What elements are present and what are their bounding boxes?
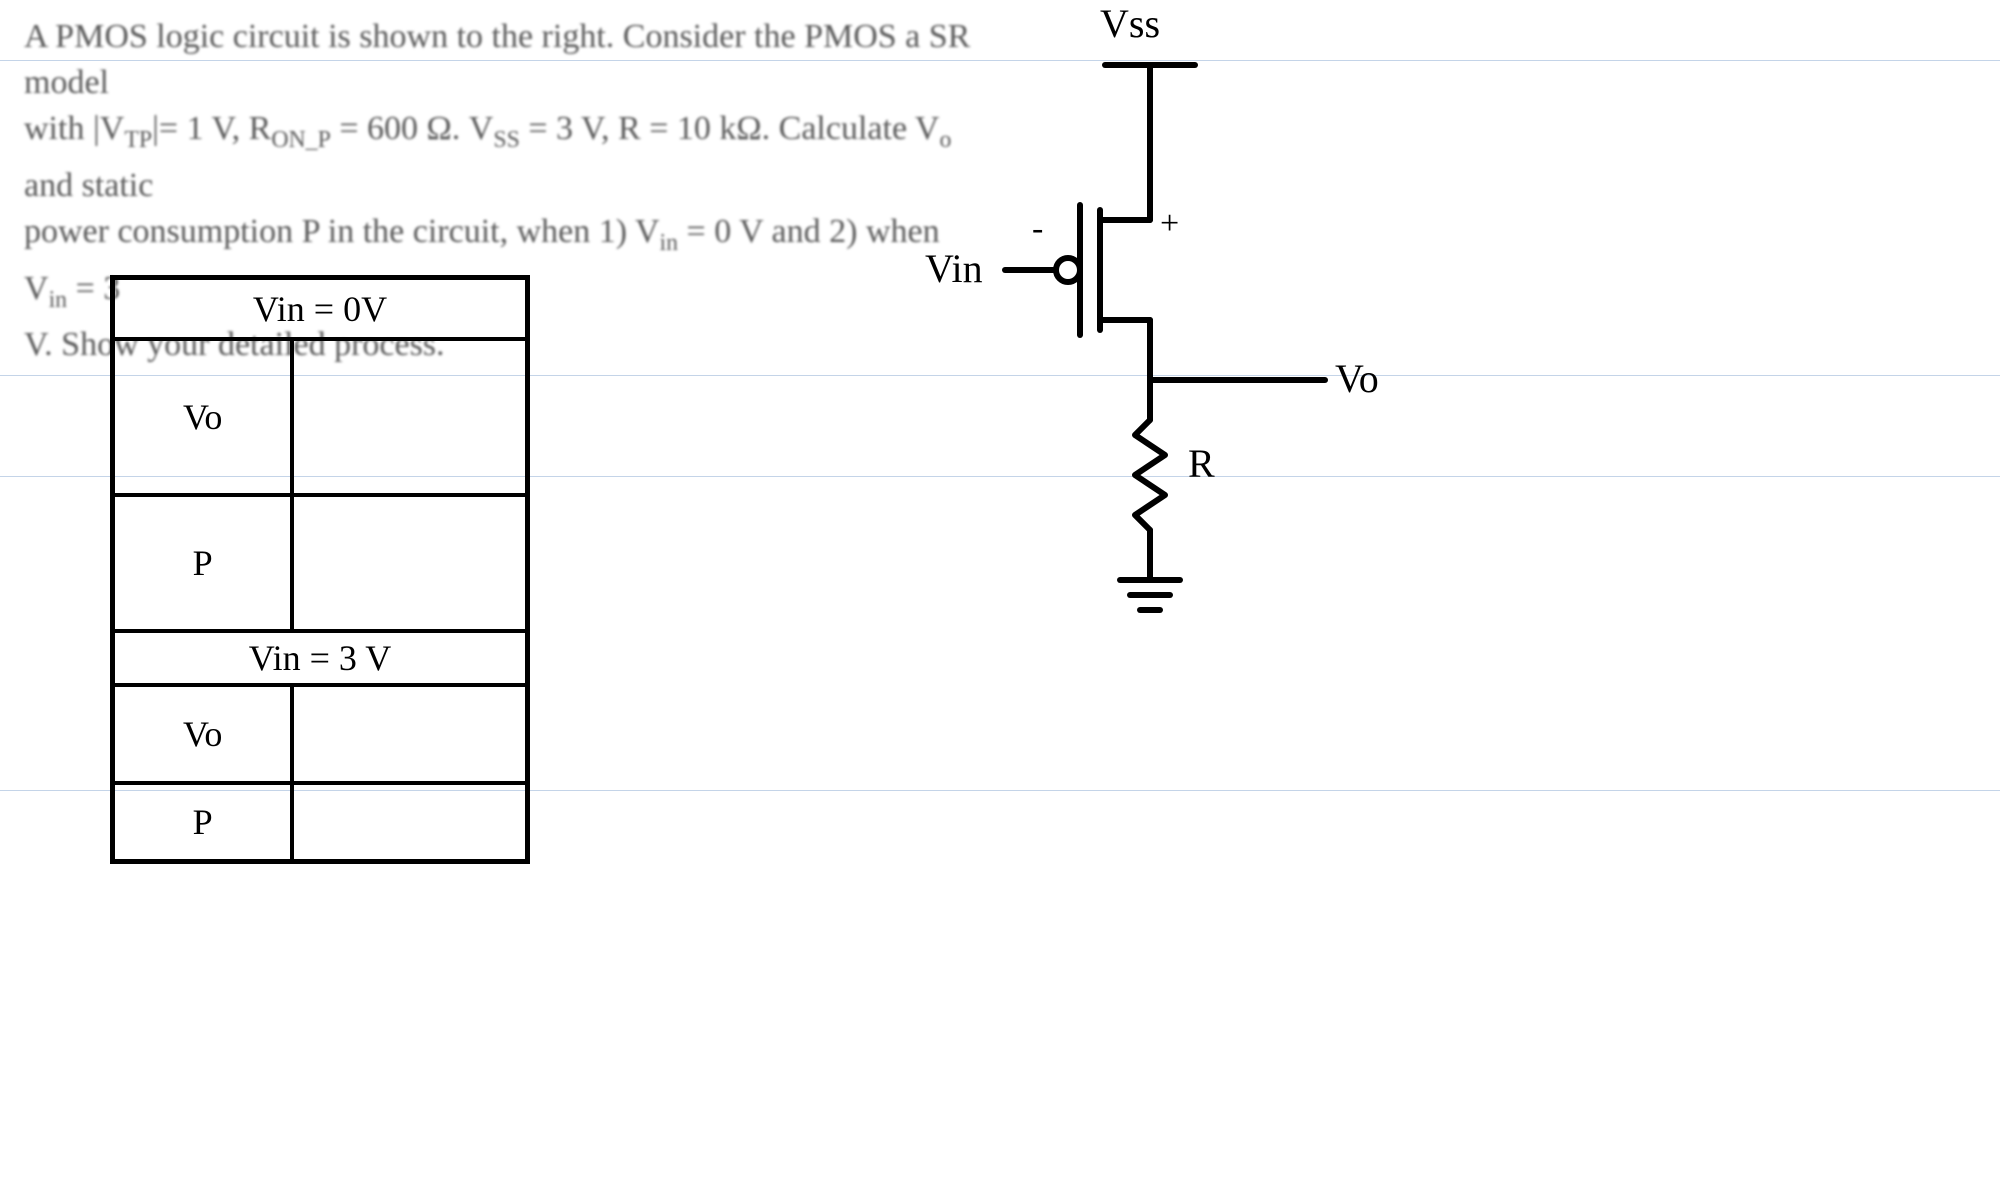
p-l3s1: in <box>660 230 679 256</box>
label-minus: - <box>1032 210 1043 248</box>
p-l2d: = 3 V, R = 10 kΩ. Calculate V <box>520 110 940 147</box>
label-r: R <box>1188 440 1215 487</box>
label-vo: Vo <box>1335 355 1379 402</box>
p-l2s2: ON_P <box>271 127 331 153</box>
label-vin: Vin <box>925 245 983 292</box>
hdr-vin3: Vin = 3 V <box>113 631 527 685</box>
p-l2a: with |V <box>24 110 124 147</box>
p-l2s1: TP <box>124 127 152 153</box>
answer-table: Vin = 0V Vo P Vin = 3 V Vo P <box>110 275 530 864</box>
page: A PMOS logic circuit is shown to the rig… <box>0 0 2000 1195</box>
cell-p-3-label: P <box>113 783 292 861</box>
circuit-svg <box>920 10 1480 650</box>
p-l2e: and static <box>24 167 153 204</box>
p-l2c: = 600 Ω. V <box>331 110 494 147</box>
p-l2s3: SS <box>493 127 519 153</box>
cell-vo-3-label: Vo <box>113 685 292 783</box>
p-l1: A PMOS logic circuit is shown to the rig… <box>24 18 970 101</box>
p-l2b: |= 1 V, R <box>152 110 271 147</box>
cell-p-0-label: P <box>113 495 292 631</box>
p-l3s2: in <box>49 286 68 312</box>
p-l3a: power consumption P in the circuit, when… <box>24 213 660 250</box>
cell-vo-0-value <box>292 339 527 495</box>
cell-p-3-value <box>292 783 527 861</box>
label-plus: + <box>1160 205 1179 243</box>
circuit-diagram: Vss Vin Vo R + - <box>920 10 1480 650</box>
label-vss: Vss <box>1100 0 1160 47</box>
cell-p-0-value <box>292 495 527 631</box>
cell-vo-3-value <box>292 685 527 783</box>
hdr-vin0: Vin = 0V <box>113 278 527 339</box>
cell-vo-0-label: Vo <box>113 339 292 495</box>
